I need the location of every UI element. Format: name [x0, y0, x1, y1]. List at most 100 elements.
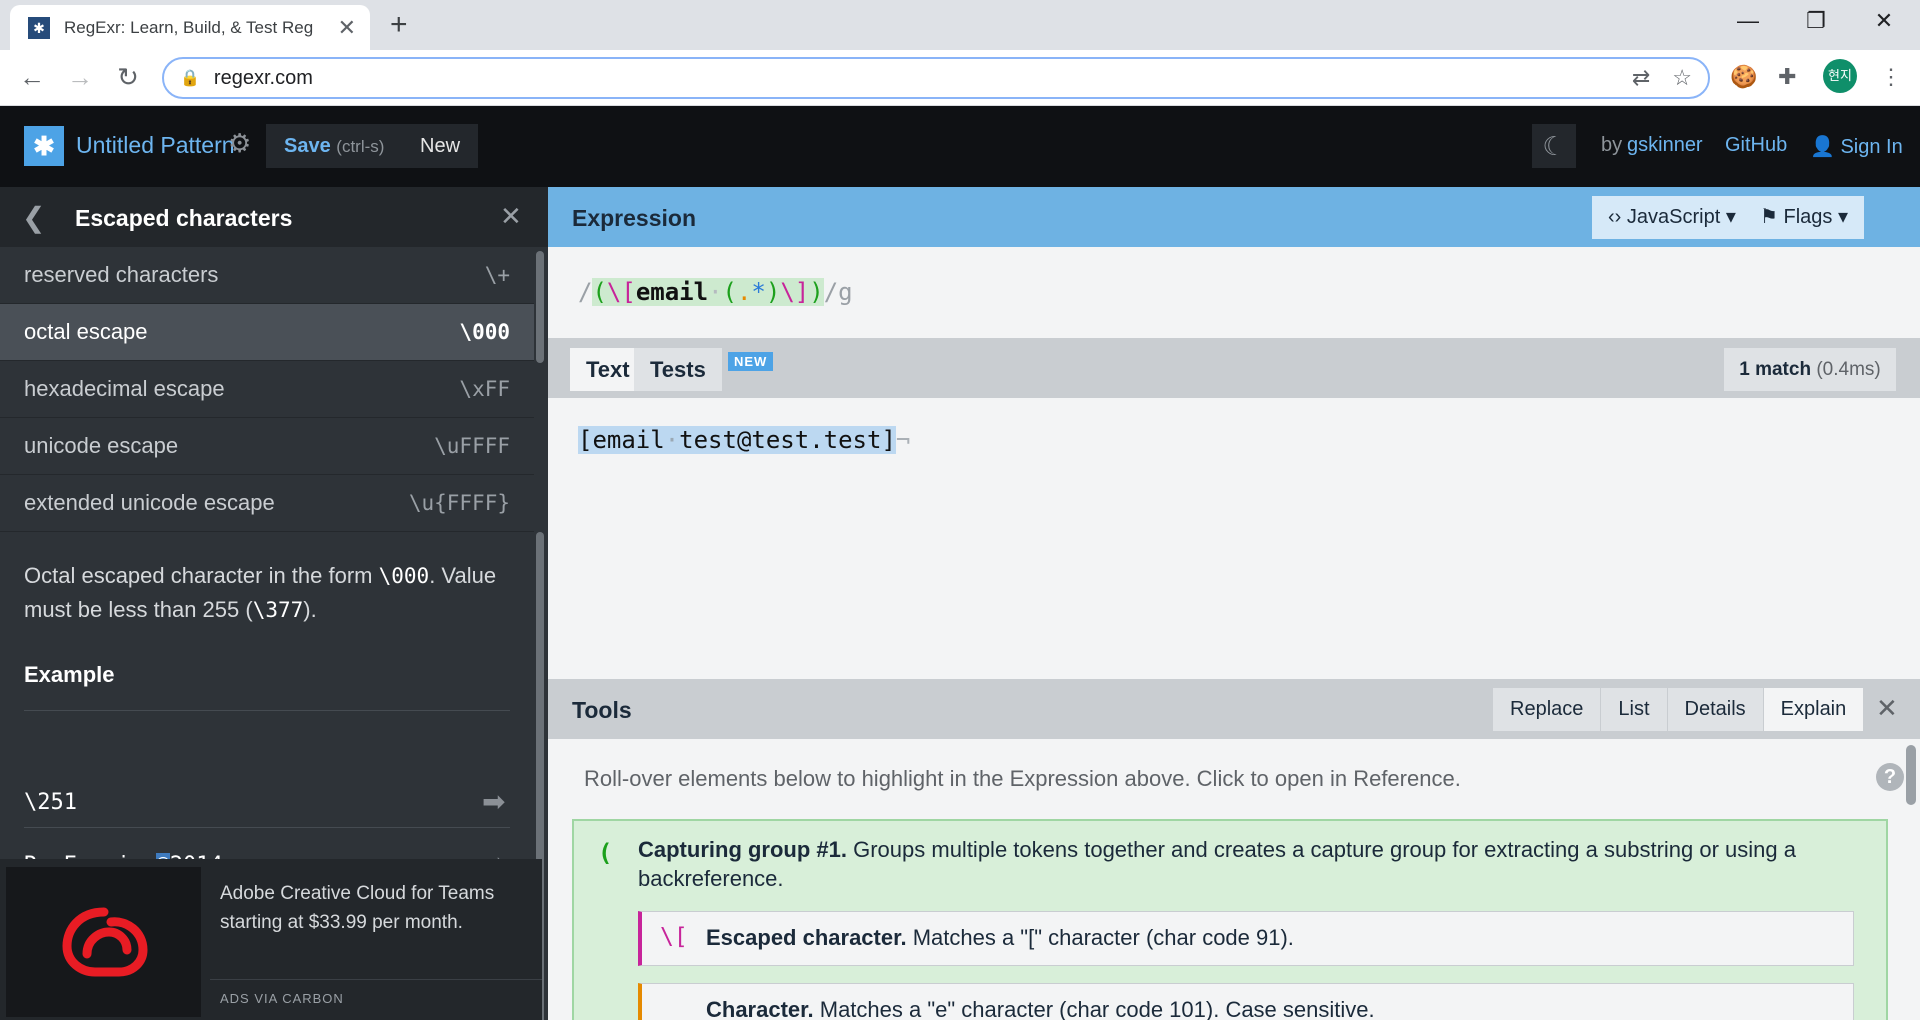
regex-inner-group-open: ( [722, 278, 737, 306]
browser-toolbar: ← → ↻ 🔒 regexr.com ⇄ ☆ 🍪 ✚ 현지 ⋮ [0, 50, 1920, 106]
regex-literal: email [635, 278, 709, 306]
match-count-badge: 1 match (0.4ms) [1724, 348, 1896, 391]
explain-character-item[interactable]: Character. Matches a "e" character (char… [638, 983, 1854, 1020]
explain-group-item[interactable]: ( Capturing group #1. Groups multiple to… [572, 819, 1888, 1020]
explain-desc: Matches a "[" character (char code 91). [906, 925, 1294, 950]
tab-explain[interactable]: Explain [1763, 688, 1865, 731]
address-bar[interactable]: 🔒 regexr.com ⇄ ☆ [162, 57, 1710, 99]
adobe-creative-cloud-logo[interactable] [6, 867, 201, 1017]
forward-icon[interactable]: → [62, 62, 98, 93]
close-icon[interactable]: ✕ [500, 201, 522, 232]
test-text[interactable]: [email·test@test.test]¬ [578, 426, 910, 454]
dark-mode-moon-icon[interactable]: ☾ [1532, 124, 1576, 168]
app-header: ✱ Untitled Pattern ⚙ Save (ctrl-s) New ☾… [0, 106, 1920, 187]
pattern-title[interactable]: Untitled Pattern [76, 132, 235, 159]
by-label: by [1601, 134, 1623, 156]
tab-details[interactable]: Details [1667, 688, 1764, 731]
tools-scrollbar[interactable] [1906, 745, 1916, 805]
extensions-puzzle-icon[interactable]: ✚ [1778, 64, 1796, 90]
gear-icon[interactable]: ⚙ [228, 128, 251, 159]
tab-close-icon[interactable]: ✕ [338, 15, 356, 41]
chevron-left-icon[interactable]: ❮ [22, 201, 45, 234]
explain-description: Capturing group #1. Groups multiple toke… [638, 835, 1838, 893]
expression-editor[interactable]: /(\[email·(.*)\])/g [548, 247, 1920, 338]
sidebar-item-label: octal escape [24, 319, 148, 344]
regex-dot: . [736, 278, 752, 306]
test-text-part: [email [578, 426, 665, 454]
sidebar-item-hexadecimal-escape[interactable]: hexadecimal escape \xFF [0, 361, 534, 418]
expression-title: Expression [572, 205, 696, 231]
match-time: (0.4ms) [1816, 359, 1881, 380]
save-hint: (ctrl-s) [336, 137, 385, 156]
regex-delimiter: / [578, 278, 593, 306]
tab-replace[interactable]: Replace [1493, 688, 1602, 731]
browser-tab[interactable]: ✱ RegExr: Learn, Build, & Test Reg ✕ [10, 5, 370, 50]
tools-header: Tools Replace List Details Explain ✕ [548, 679, 1920, 739]
regex-expression[interactable]: /(\[email·(.*)\])/g [578, 278, 853, 306]
match-highlight: [email·test@test.test] [578, 426, 896, 454]
regex-group: (\[email·(.*)\]) [592, 278, 824, 306]
regex-group-close: ) [809, 278, 824, 306]
cookie-extension-icon[interactable]: 🍪 [1730, 64, 1757, 90]
explain-token: ( [598, 839, 613, 867]
end-of-line-marker: ¬ [895, 426, 911, 454]
sidebar-item-reserved-characters[interactable]: reserved characters \+ [0, 247, 534, 304]
close-icon[interactable]: ✕ [1876, 693, 1898, 724]
save-button[interactable]: Save (ctrl-s) [266, 124, 403, 168]
back-icon[interactable]: ← [14, 62, 50, 93]
github-link[interactable]: GitHub [1725, 134, 1787, 157]
explain-escape-item[interactable]: \[ Escaped character. Matches a "[" char… [638, 911, 1854, 966]
regex-star: * [751, 278, 766, 306]
save-label: Save [284, 135, 331, 157]
carbon-ad[interactable]: Adobe Creative Cloud for Teams starting … [0, 859, 542, 1020]
sign-in-link[interactable]: 👤 Sign In [1810, 134, 1903, 159]
profile-avatar[interactable]: 현지 [1823, 59, 1857, 93]
chevron-down-icon: ▾ [1837, 206, 1849, 228]
sidebar-item-unicode-escape[interactable]: unicode escape \uFFFF [0, 418, 534, 475]
new-tab-icon[interactable]: + [390, 10, 408, 40]
sidebar-list: reserved characters \+ octal escape \000… [0, 247, 534, 532]
code-brackets-icon: ‹› [1608, 206, 1622, 228]
url-text[interactable]: regexr.com [214, 67, 1610, 90]
help-icon[interactable]: ? [1876, 763, 1904, 791]
test-text-editor[interactable]: [email·test@test.test]¬ [548, 398, 1920, 679]
sidebar-item-label: reserved characters [24, 262, 219, 287]
tools-title: Tools [572, 697, 632, 723]
flavor-label: JavaScript [1626, 206, 1721, 228]
browser-menu-icon[interactable]: ⋮ [1880, 64, 1902, 90]
sidebar-item-token: \+ [484, 263, 510, 287]
main-panel: Expression ‹› JavaScript ▾ ⚑ Flags ▾ / ( \… [548, 187, 1920, 1020]
ads-via-carbon[interactable]: ADS VIA CARBON [220, 991, 344, 1006]
reload-icon[interactable]: ↻ [110, 62, 146, 93]
restore-icon[interactable]: ❐ [1796, 8, 1836, 34]
sidebar-list-scrollbar[interactable] [536, 251, 544, 363]
tab-list[interactable]: List [1601, 688, 1668, 731]
example-heading: Example [24, 662, 115, 687]
test-text-part: test@test.test] [679, 426, 896, 454]
minimize-icon[interactable]: — [1728, 8, 1768, 34]
new-button[interactable]: New [402, 124, 479, 168]
sidebar-item-octal-escape[interactable]: octal escape \000 [0, 304, 534, 361]
flags-dropdown[interactable]: ⚑ Flags ▾ [1744, 196, 1865, 239]
regexr-logo[interactable]: ✱ [24, 126, 64, 166]
flag-icon: ⚑ [1760, 206, 1778, 228]
flavor-dropdown[interactable]: ‹› JavaScript ▾ [1592, 196, 1752, 239]
bookmark-star-icon[interactable]: ☆ [1672, 65, 1692, 91]
description-code: \000 [378, 564, 430, 588]
translate-icon[interactable]: ⇄ [1632, 65, 1650, 91]
match-count: 1 match [1739, 359, 1812, 380]
lock-icon[interactable]: 🔒 [180, 68, 200, 88]
explain-desc: Matches a "e" character (char code 101).… [813, 997, 1375, 1020]
sidebar-item-extended-unicode-escape[interactable]: extended unicode escape \u{FFFF} [0, 475, 534, 532]
ad-text[interactable]: Adobe Creative Cloud for Teams starting … [220, 879, 520, 937]
close-window-icon[interactable]: ✕ [1864, 8, 1904, 34]
author-link[interactable]: gskinner [1627, 134, 1703, 157]
chevron-down-icon: ▾ [1725, 206, 1736, 228]
regex-escape: \[ [606, 278, 636, 306]
reference-sidebar: ❮ Escaped characters ✕ reserved characte… [0, 187, 548, 1020]
new-badge: NEW [728, 352, 774, 371]
browser-tabstrip: ✱ RegExr: Learn, Build, & Test Reg ✕ + —… [0, 0, 1920, 50]
load-example-arrow-icon[interactable]: ➡ [482, 785, 505, 818]
tab-tests[interactable]: Tests [634, 348, 722, 391]
description-text: Octal escaped character in the form [24, 563, 379, 588]
